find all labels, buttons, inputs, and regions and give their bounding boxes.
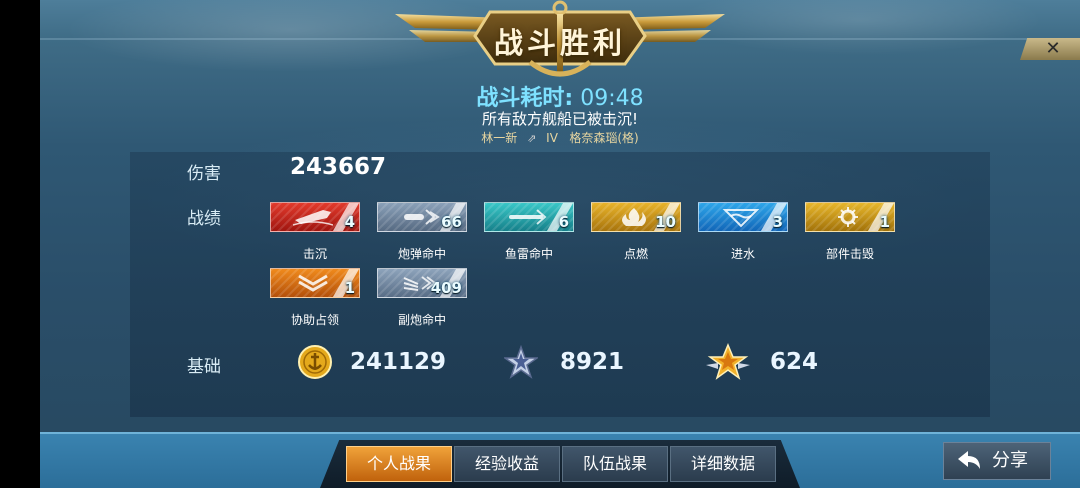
player-ship-line: 林一新 ⇗ IV 格奈森瑙(格) (40, 129, 1080, 146)
credits-value: 241129 (350, 349, 447, 375)
badge-modules-destroyed[interactable]: 1 (805, 202, 895, 232)
badge-label: 部件击毁 (825, 247, 874, 261)
badge-count: 409 (430, 279, 462, 297)
fire-icon (622, 208, 646, 226)
badge-count: 6 (558, 213, 569, 231)
result-text: 所有敌方舰船已被击沉! (481, 110, 638, 128)
share-button[interactable]: 分享 (943, 442, 1051, 480)
torpedo-hit-icon (509, 209, 547, 225)
badge-torpedo-hits[interactable]: 6 (484, 202, 574, 232)
badge-fires[interactable]: 10 (591, 202, 681, 232)
close-button[interactable]: ✕ (1020, 38, 1080, 60)
badge-secondary-hits[interactable]: 409 (377, 268, 467, 298)
badge-label: 炮弹命中 (397, 247, 446, 261)
badge-count: 3 (772, 213, 783, 231)
credits-coin-icon (298, 345, 332, 379)
victory-title: 战斗胜利 (493, 26, 626, 60)
badge-label: 击沉 (302, 247, 327, 261)
stats-panel (130, 152, 990, 417)
back-arrow-icon (958, 451, 980, 469)
badge-capture-assist[interactable]: 1 (270, 268, 360, 298)
tab-detailed-data[interactable]: 详细数据 (670, 446, 776, 482)
flooding-icon (722, 209, 760, 228)
badge-count: 1 (344, 279, 355, 297)
tab-personal-results[interactable]: 个人战果 (346, 446, 452, 482)
xp-value: 8921 (560, 349, 625, 375)
damage-label: 伤害 (187, 164, 221, 184)
player-name: 林一新 (481, 131, 518, 145)
nation-flag-icon: ⇗ (527, 132, 537, 145)
battle-result-screen: 战斗胜利 ✕ 战斗耗时: 09:48 所有敌方舰船已被击沉! 林一新 ⇗ IV … (40, 0, 1080, 488)
achievements-label: 战绩 (187, 209, 221, 229)
free-xp-value: 624 (770, 349, 819, 375)
badge-shell-hits[interactable]: 66 (377, 202, 467, 232)
badge-flooding[interactable]: 3 (698, 202, 788, 232)
badge-count: 66 (441, 213, 462, 231)
module-destroyed-icon (838, 207, 858, 227)
ship-tier: IV (546, 131, 558, 145)
ship-name: 格奈森瑙(格) (569, 131, 639, 145)
base-label: 基础 (187, 357, 221, 377)
share-label: 分享 (992, 450, 1028, 471)
capture-assist-icon (298, 274, 328, 292)
sinking-ship-icon (293, 210, 333, 226)
badge-label: 副炮命中 (397, 313, 446, 327)
badge-label: 进水 (730, 247, 755, 261)
victory-crest: 战斗胜利 (395, 0, 725, 82)
tab-team-results[interactable]: 队伍战果 (562, 446, 668, 482)
shell-hit-icon (404, 209, 440, 225)
free-xp-star-icon (706, 343, 750, 380)
badge-count: 4 (344, 213, 355, 231)
xp-star-icon (504, 345, 538, 379)
badge-sunk[interactable]: 4 (270, 202, 360, 232)
badge-label: 点燃 (623, 247, 648, 261)
damage-value: 243667 (290, 154, 387, 180)
badge-count: 1 (879, 213, 890, 231)
badge-label: 鱼雷命中 (504, 247, 553, 261)
tab-experience-income[interactable]: 经验收益 (454, 446, 560, 482)
badge-count: 10 (655, 213, 676, 231)
badge-label: 协助占领 (290, 313, 339, 327)
